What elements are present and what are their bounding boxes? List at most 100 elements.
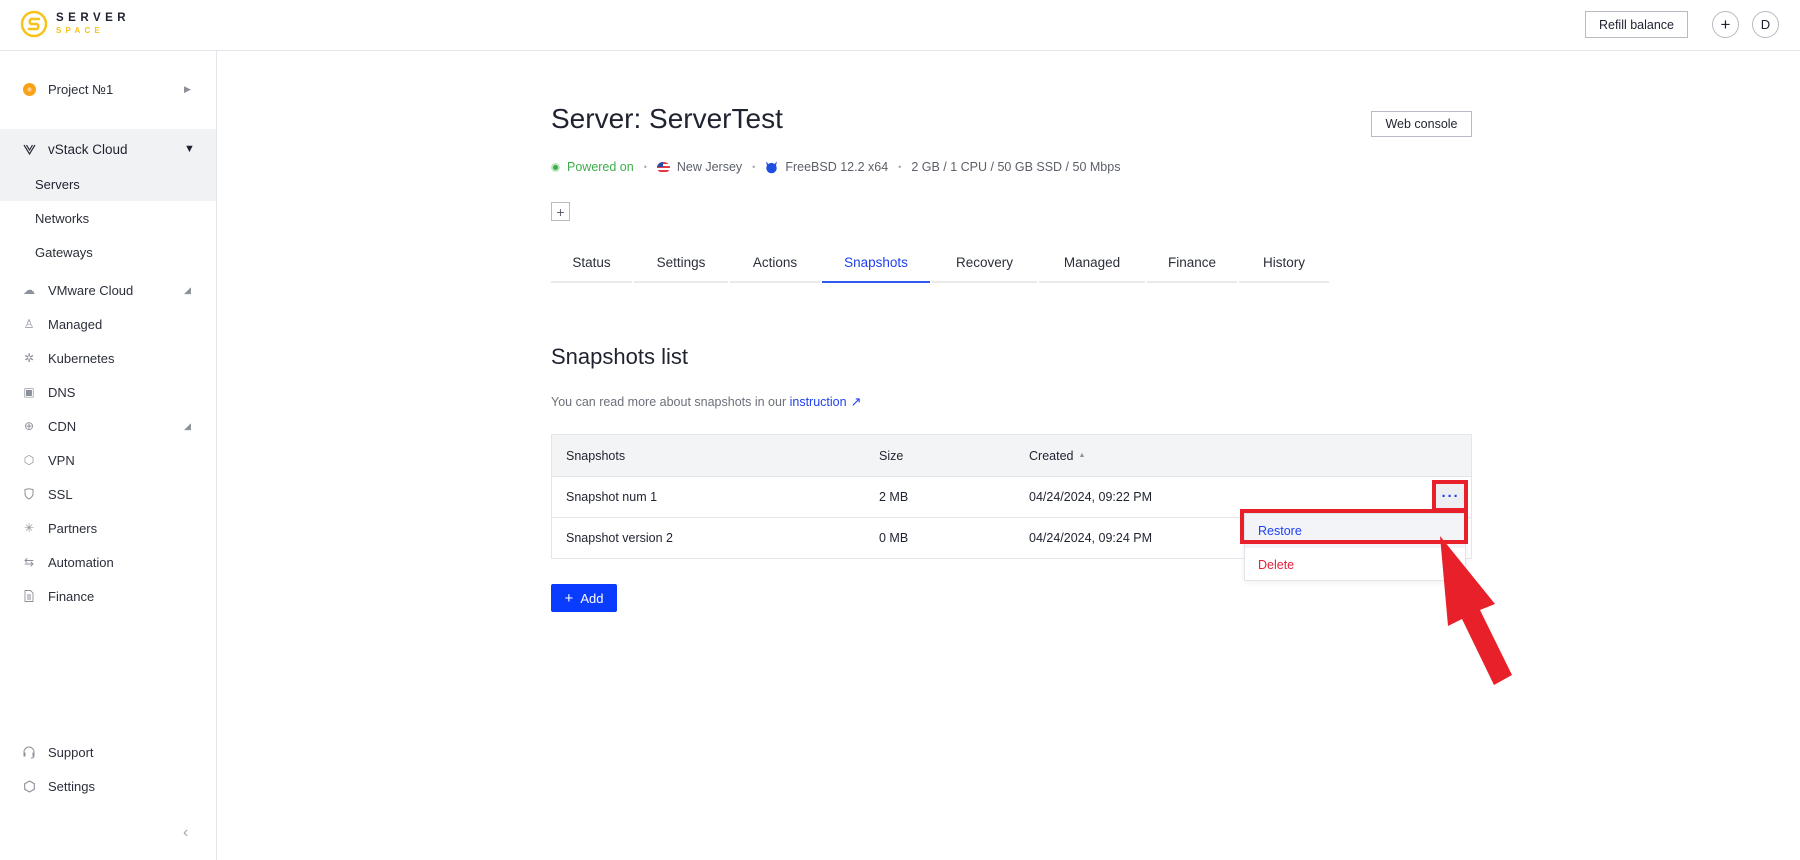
refill-balance-button[interactable]: Refill balance bbox=[1585, 11, 1688, 38]
server-meta: Powered on • New Jersey • FreeBSD 12.2 x… bbox=[551, 160, 1120, 174]
sidebar-item-settings[interactable]: Settings bbox=[0, 769, 216, 803]
sidebar-item-label: CDN bbox=[48, 418, 77, 434]
user-avatar-button[interactable]: D bbox=[1752, 11, 1779, 38]
separator-dot: • bbox=[643, 162, 647, 172]
plus-icon: + bbox=[1720, 14, 1731, 34]
sidebar-item-managed[interactable]: ♙ Managed bbox=[0, 307, 216, 341]
tab-actions[interactable]: Actions bbox=[730, 250, 820, 283]
expand-triangle-icon: ◢ bbox=[184, 420, 191, 431]
menu-item-restore[interactable]: Restore bbox=[1245, 514, 1465, 548]
sort-asc-icon: ▲ bbox=[1078, 452, 1086, 459]
sidebar-item-label: Automation bbox=[48, 554, 114, 570]
sidebar-item-label: Kubernetes bbox=[48, 350, 115, 366]
project-label: Project №1 bbox=[48, 81, 114, 97]
sidebar-item-label: Settings bbox=[48, 778, 95, 794]
add-tag-button[interactable]: + bbox=[551, 202, 570, 221]
sidebar-item-automation[interactable]: ⇆ Automation bbox=[0, 545, 216, 579]
sidebar-item-kubernetes[interactable]: ✲ Kubernetes bbox=[0, 341, 216, 375]
tab-settings[interactable]: Settings bbox=[634, 250, 728, 283]
menu-item-delete[interactable]: Delete bbox=[1245, 548, 1465, 582]
project-dot-icon bbox=[22, 82, 36, 96]
sidebar-item-label: DNS bbox=[48, 384, 76, 400]
sidebar: Project №1 ▶ vStack Cloud ▼ Servers Netw… bbox=[0, 51, 217, 860]
column-header-created[interactable]: Created ▲ bbox=[1029, 449, 1329, 463]
sidebar-item-vpn[interactable]: ⬡ VPN bbox=[0, 443, 216, 477]
status-dot-icon bbox=[551, 162, 560, 172]
sidebar-item-cdn[interactable]: ⊕ CDN ◢ bbox=[0, 409, 216, 443]
web-console-button[interactable]: Web console bbox=[1371, 111, 1472, 137]
tab-managed[interactable]: Managed bbox=[1039, 250, 1145, 283]
row-actions-menu: Restore Delete bbox=[1244, 513, 1466, 581]
separator-dot: • bbox=[752, 162, 756, 172]
tab-finance[interactable]: Finance bbox=[1147, 250, 1237, 283]
headset-icon bbox=[22, 745, 36, 759]
vstack-icon bbox=[22, 142, 36, 156]
tab-recovery[interactable]: Recovery bbox=[932, 250, 1037, 283]
kubernetes-icon: ✲ bbox=[23, 351, 35, 365]
tab-status[interactable]: Status bbox=[551, 250, 632, 283]
sidebar-item-label: Finance bbox=[48, 588, 95, 604]
server-tabs: Status Settings Actions Snapshots Recove… bbox=[551, 250, 1331, 283]
row-actions-button[interactable]: ··· bbox=[1436, 482, 1465, 511]
sidebar-project-selector[interactable]: Project №1 ▶ bbox=[0, 72, 216, 106]
sidebar-item-label: Support bbox=[48, 744, 94, 760]
create-plus-button[interactable]: + bbox=[1712, 11, 1739, 38]
chevron-right-icon: ▶ bbox=[184, 83, 191, 94]
partners-icon: ✳ bbox=[23, 521, 35, 535]
logo-text-server: SERVER bbox=[56, 12, 131, 25]
sidebar-item-networks[interactable]: Networks bbox=[0, 201, 216, 235]
tab-history[interactable]: History bbox=[1239, 250, 1329, 283]
server-location: New Jersey bbox=[676, 160, 743, 174]
cloud-icon: ☁ bbox=[23, 283, 35, 297]
sidebar-item-support[interactable]: Support bbox=[0, 735, 216, 769]
add-snapshot-button[interactable]: + Add bbox=[551, 584, 617, 612]
gear-icon bbox=[22, 779, 36, 793]
chevron-left-icon[interactable]: ‹ bbox=[183, 824, 188, 842]
globe-icon: ⊕ bbox=[23, 419, 35, 433]
sidebar-item-dns[interactable]: ▣ DNS bbox=[0, 375, 216, 409]
vpn-shield-icon: ⬡ bbox=[23, 453, 35, 467]
table-header: Snapshots Size Created ▲ bbox=[552, 435, 1471, 476]
tab-snapshots[interactable]: Snapshots bbox=[822, 250, 930, 283]
snapshot-created: 04/24/2024, 09:22 PM bbox=[1029, 490, 1153, 504]
sidebar-item-finance[interactable]: Finance bbox=[0, 579, 216, 613]
logo[interactable]: SERVER SPACE bbox=[20, 10, 130, 38]
separator-dot: • bbox=[898, 162, 902, 172]
sidebar-item-ssl[interactable]: SSL bbox=[0, 477, 216, 511]
vstack-cloud-label: vStack Cloud bbox=[48, 141, 128, 157]
sidebar-item-partners[interactable]: ✳ Partners bbox=[0, 511, 216, 545]
add-label: Add bbox=[580, 590, 604, 606]
status-text: Powered on bbox=[567, 160, 634, 174]
sidebar-item-label: Partners bbox=[48, 520, 98, 536]
sidebar-item-label: SSL bbox=[48, 486, 73, 502]
sidebar-group-vstack-cloud[interactable]: vStack Cloud ▼ bbox=[0, 129, 216, 169]
server-os: FreeBSD 12.2 x64 bbox=[785, 160, 889, 174]
page-title: Server: ServerTest bbox=[551, 103, 783, 134]
snapshot-name: Snapshot version 2 bbox=[566, 531, 674, 545]
sidebar-item-vmware-cloud[interactable]: ☁ VMware Cloud ◢ bbox=[0, 273, 216, 307]
automation-icon: ⇆ bbox=[23, 555, 35, 569]
table-row: Snapshot num 1 2 MB 04/24/2024, 09:22 PM… bbox=[552, 476, 1471, 517]
external-link-icon[interactable]: ↗ bbox=[851, 394, 862, 409]
us-flag-icon bbox=[656, 161, 670, 173]
sidebar-item-gateways[interactable]: Gateways bbox=[0, 235, 216, 269]
hint-text: You can read more about snapshots in our bbox=[551, 395, 790, 409]
sidebar-item-label: Managed bbox=[48, 316, 103, 332]
instruction-link[interactable]: instruction bbox=[790, 395, 847, 409]
sidebar-item-label: VMware Cloud bbox=[48, 282, 134, 298]
snapshot-size: 0 MB bbox=[879, 531, 909, 545]
expand-triangle-icon: ◢ bbox=[184, 284, 191, 295]
more-horizontal-icon: ··· bbox=[1441, 488, 1460, 505]
server-specs: 2 GB / 1 CPU / 50 GB SSD / 50 Mbps bbox=[911, 160, 1121, 174]
snapshots-hint: You can read more about snapshots in our… bbox=[551, 394, 861, 410]
plus-icon: + bbox=[564, 589, 574, 607]
section-title: Snapshots list bbox=[551, 344, 688, 369]
dns-icon: ▣ bbox=[23, 385, 35, 399]
snapshot-size: 2 MB bbox=[879, 490, 909, 504]
shield-icon bbox=[22, 487, 36, 501]
chevron-down-icon: ▼ bbox=[184, 143, 195, 155]
sidebar-item-servers[interactable]: Servers bbox=[0, 167, 216, 201]
logo-text-space: SPACE bbox=[56, 25, 104, 35]
column-header-snapshots: Snapshots bbox=[566, 448, 626, 463]
logo-icon bbox=[20, 10, 48, 38]
